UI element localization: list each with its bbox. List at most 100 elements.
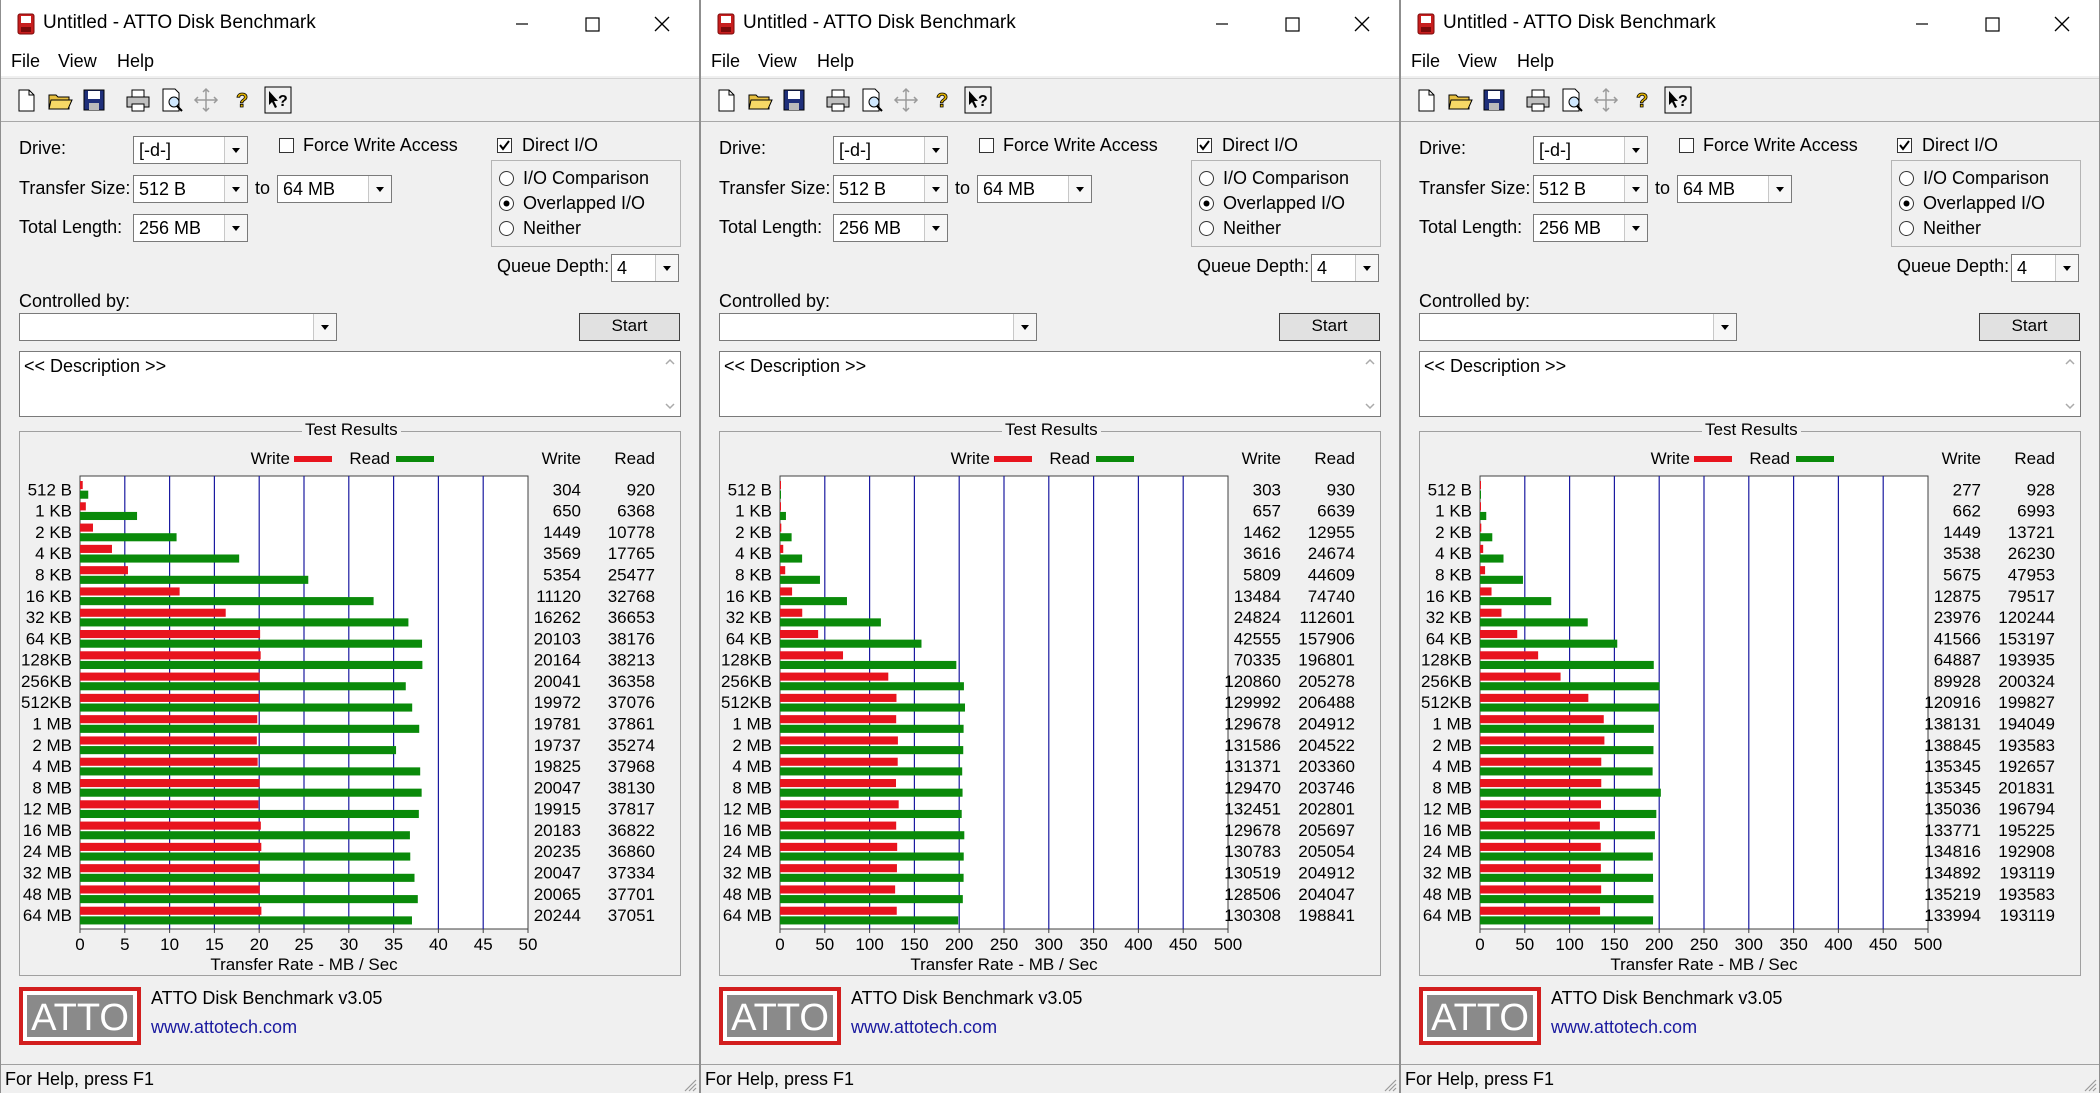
open-folder-icon[interactable]: [1445, 85, 1475, 115]
website-link[interactable]: www.attotech.com: [151, 1017, 297, 1038]
io-comparison-radio[interactable]: [1199, 171, 1214, 186]
print-icon[interactable]: [823, 85, 853, 115]
maximize-button[interactable]: [1269, 6, 1315, 42]
context-help-icon[interactable]: ?: [1663, 85, 1693, 115]
category-label: 16 MB: [23, 821, 72, 840]
menu-view[interactable]: View: [758, 51, 797, 72]
save-icon[interactable]: [779, 85, 809, 115]
close-button[interactable]: [639, 6, 685, 42]
new-file-icon[interactable]: [1411, 85, 1441, 115]
print-preview-icon[interactable]: [857, 85, 887, 115]
write-value: 19737: [534, 736, 581, 755]
close-button[interactable]: [1339, 6, 1385, 42]
maximize-button[interactable]: [569, 6, 615, 42]
chevron-down-icon: [224, 215, 247, 241]
menu-view[interactable]: View: [58, 51, 97, 72]
help-icon[interactable]: ?: [1627, 85, 1657, 115]
overlapped-io-radio[interactable]: [1899, 196, 1914, 211]
io-comparison-radio[interactable]: [499, 171, 514, 186]
description-scrollbar[interactable]: [2062, 354, 2078, 414]
queue-depth-select[interactable]: 4: [2011, 254, 2079, 282]
start-button[interactable]: Start: [579, 313, 680, 341]
to-label: to: [955, 178, 971, 198]
help-icon[interactable]: ?: [927, 85, 957, 115]
context-help-icon[interactable]: ?: [963, 85, 993, 115]
menu-help[interactable]: Help: [117, 51, 154, 72]
transfer-size-from-select[interactable]: 512 B: [1533, 175, 1648, 203]
description-scrollbar[interactable]: [662, 354, 678, 414]
read-bar: [780, 767, 963, 776]
save-icon[interactable]: [1479, 85, 1509, 115]
menu-file[interactable]: File: [11, 51, 40, 72]
title-bar[interactable]: Untitled - ATTO Disk Benchmark: [1, 0, 699, 48]
total-length-select[interactable]: 256 MB: [133, 214, 248, 242]
drive-select[interactable]: [-d-]: [1533, 136, 1648, 164]
print-icon[interactable]: [123, 85, 153, 115]
transfer-size-from-select[interactable]: 512 B: [833, 175, 948, 203]
minimize-button[interactable]: [1899, 6, 1945, 42]
direct-io-checkbox[interactable]: [1197, 138, 1212, 153]
drive-select[interactable]: [-d-]: [133, 136, 248, 164]
transfer-size-to-select[interactable]: 64 MB: [977, 175, 1092, 203]
direct-io-checkbox[interactable]: [1897, 138, 1912, 153]
overlapped-io-radio[interactable]: [1199, 196, 1214, 211]
queue-depth-select[interactable]: 4: [611, 254, 679, 282]
website-link[interactable]: www.attotech.com: [851, 1017, 997, 1038]
neither-radio[interactable]: [1199, 221, 1214, 236]
open-folder-icon[interactable]: [45, 85, 75, 115]
help-icon[interactable]: ?: [227, 85, 257, 115]
print-icon[interactable]: [1523, 85, 1553, 115]
force-write-access-checkbox[interactable]: [979, 138, 994, 153]
menu-file[interactable]: File: [1411, 51, 1440, 72]
move-icon[interactable]: [1591, 85, 1621, 115]
read-value: 157906: [1298, 629, 1355, 648]
context-help-icon[interactable]: ?: [263, 85, 293, 115]
start-button[interactable]: Start: [1279, 313, 1380, 341]
overlapped-io-radio[interactable]: [499, 196, 514, 211]
force-write-access-checkbox[interactable]: [1679, 138, 1694, 153]
description-box[interactable]: << Description >>: [19, 351, 681, 417]
description-box[interactable]: << Description >>: [1419, 351, 2081, 417]
transfer-size-from-select[interactable]: 512 B: [133, 175, 248, 203]
controlled-by-select[interactable]: [19, 313, 337, 341]
menu-view[interactable]: View: [1458, 51, 1497, 72]
menu-help[interactable]: Help: [1517, 51, 1554, 72]
new-file-icon[interactable]: [11, 85, 41, 115]
controlled-by-select[interactable]: [719, 313, 1037, 341]
save-icon[interactable]: [79, 85, 109, 115]
transfer-size-to-select[interactable]: 64 MB: [277, 175, 392, 203]
menu-help[interactable]: Help: [817, 51, 854, 72]
drive-select[interactable]: [-d-]: [833, 136, 948, 164]
description-box[interactable]: << Description >>: [719, 351, 1381, 417]
write-bar: [1480, 587, 1492, 596]
close-button[interactable]: [2039, 6, 2085, 42]
queue-depth-select[interactable]: 4: [1311, 254, 1379, 282]
menu-file[interactable]: File: [711, 51, 740, 72]
website-link[interactable]: www.attotech.com: [1551, 1017, 1697, 1038]
minimize-button[interactable]: [1199, 6, 1245, 42]
neither-radio[interactable]: [499, 221, 514, 236]
maximize-button[interactable]: [1969, 6, 2015, 42]
minimize-button[interactable]: [499, 6, 545, 42]
title-bar[interactable]: Untitled - ATTO Disk Benchmark: [701, 0, 1399, 48]
direct-io-checkbox[interactable]: [497, 138, 512, 153]
neither-radio[interactable]: [1899, 221, 1914, 236]
start-button[interactable]: Start: [1979, 313, 2080, 341]
controlled-by-select[interactable]: [1419, 313, 1737, 341]
resize-grip-icon[interactable]: [681, 1076, 697, 1092]
move-icon[interactable]: [191, 85, 221, 115]
print-preview-icon[interactable]: [157, 85, 187, 115]
description-scrollbar[interactable]: [1362, 354, 1378, 414]
new-file-icon[interactable]: [711, 85, 741, 115]
total-length-select[interactable]: 256 MB: [1533, 214, 1648, 242]
print-preview-icon[interactable]: [1557, 85, 1587, 115]
resize-grip-icon[interactable]: [2081, 1076, 2097, 1092]
move-icon[interactable]: [891, 85, 921, 115]
open-folder-icon[interactable]: [745, 85, 775, 115]
force-write-access-checkbox[interactable]: [279, 138, 294, 153]
title-bar[interactable]: Untitled - ATTO Disk Benchmark: [1401, 0, 2099, 48]
io-comparison-radio[interactable]: [1899, 171, 1914, 186]
resize-grip-icon[interactable]: [1381, 1076, 1397, 1092]
total-length-select[interactable]: 256 MB: [833, 214, 948, 242]
transfer-size-to-select[interactable]: 64 MB: [1677, 175, 1792, 203]
